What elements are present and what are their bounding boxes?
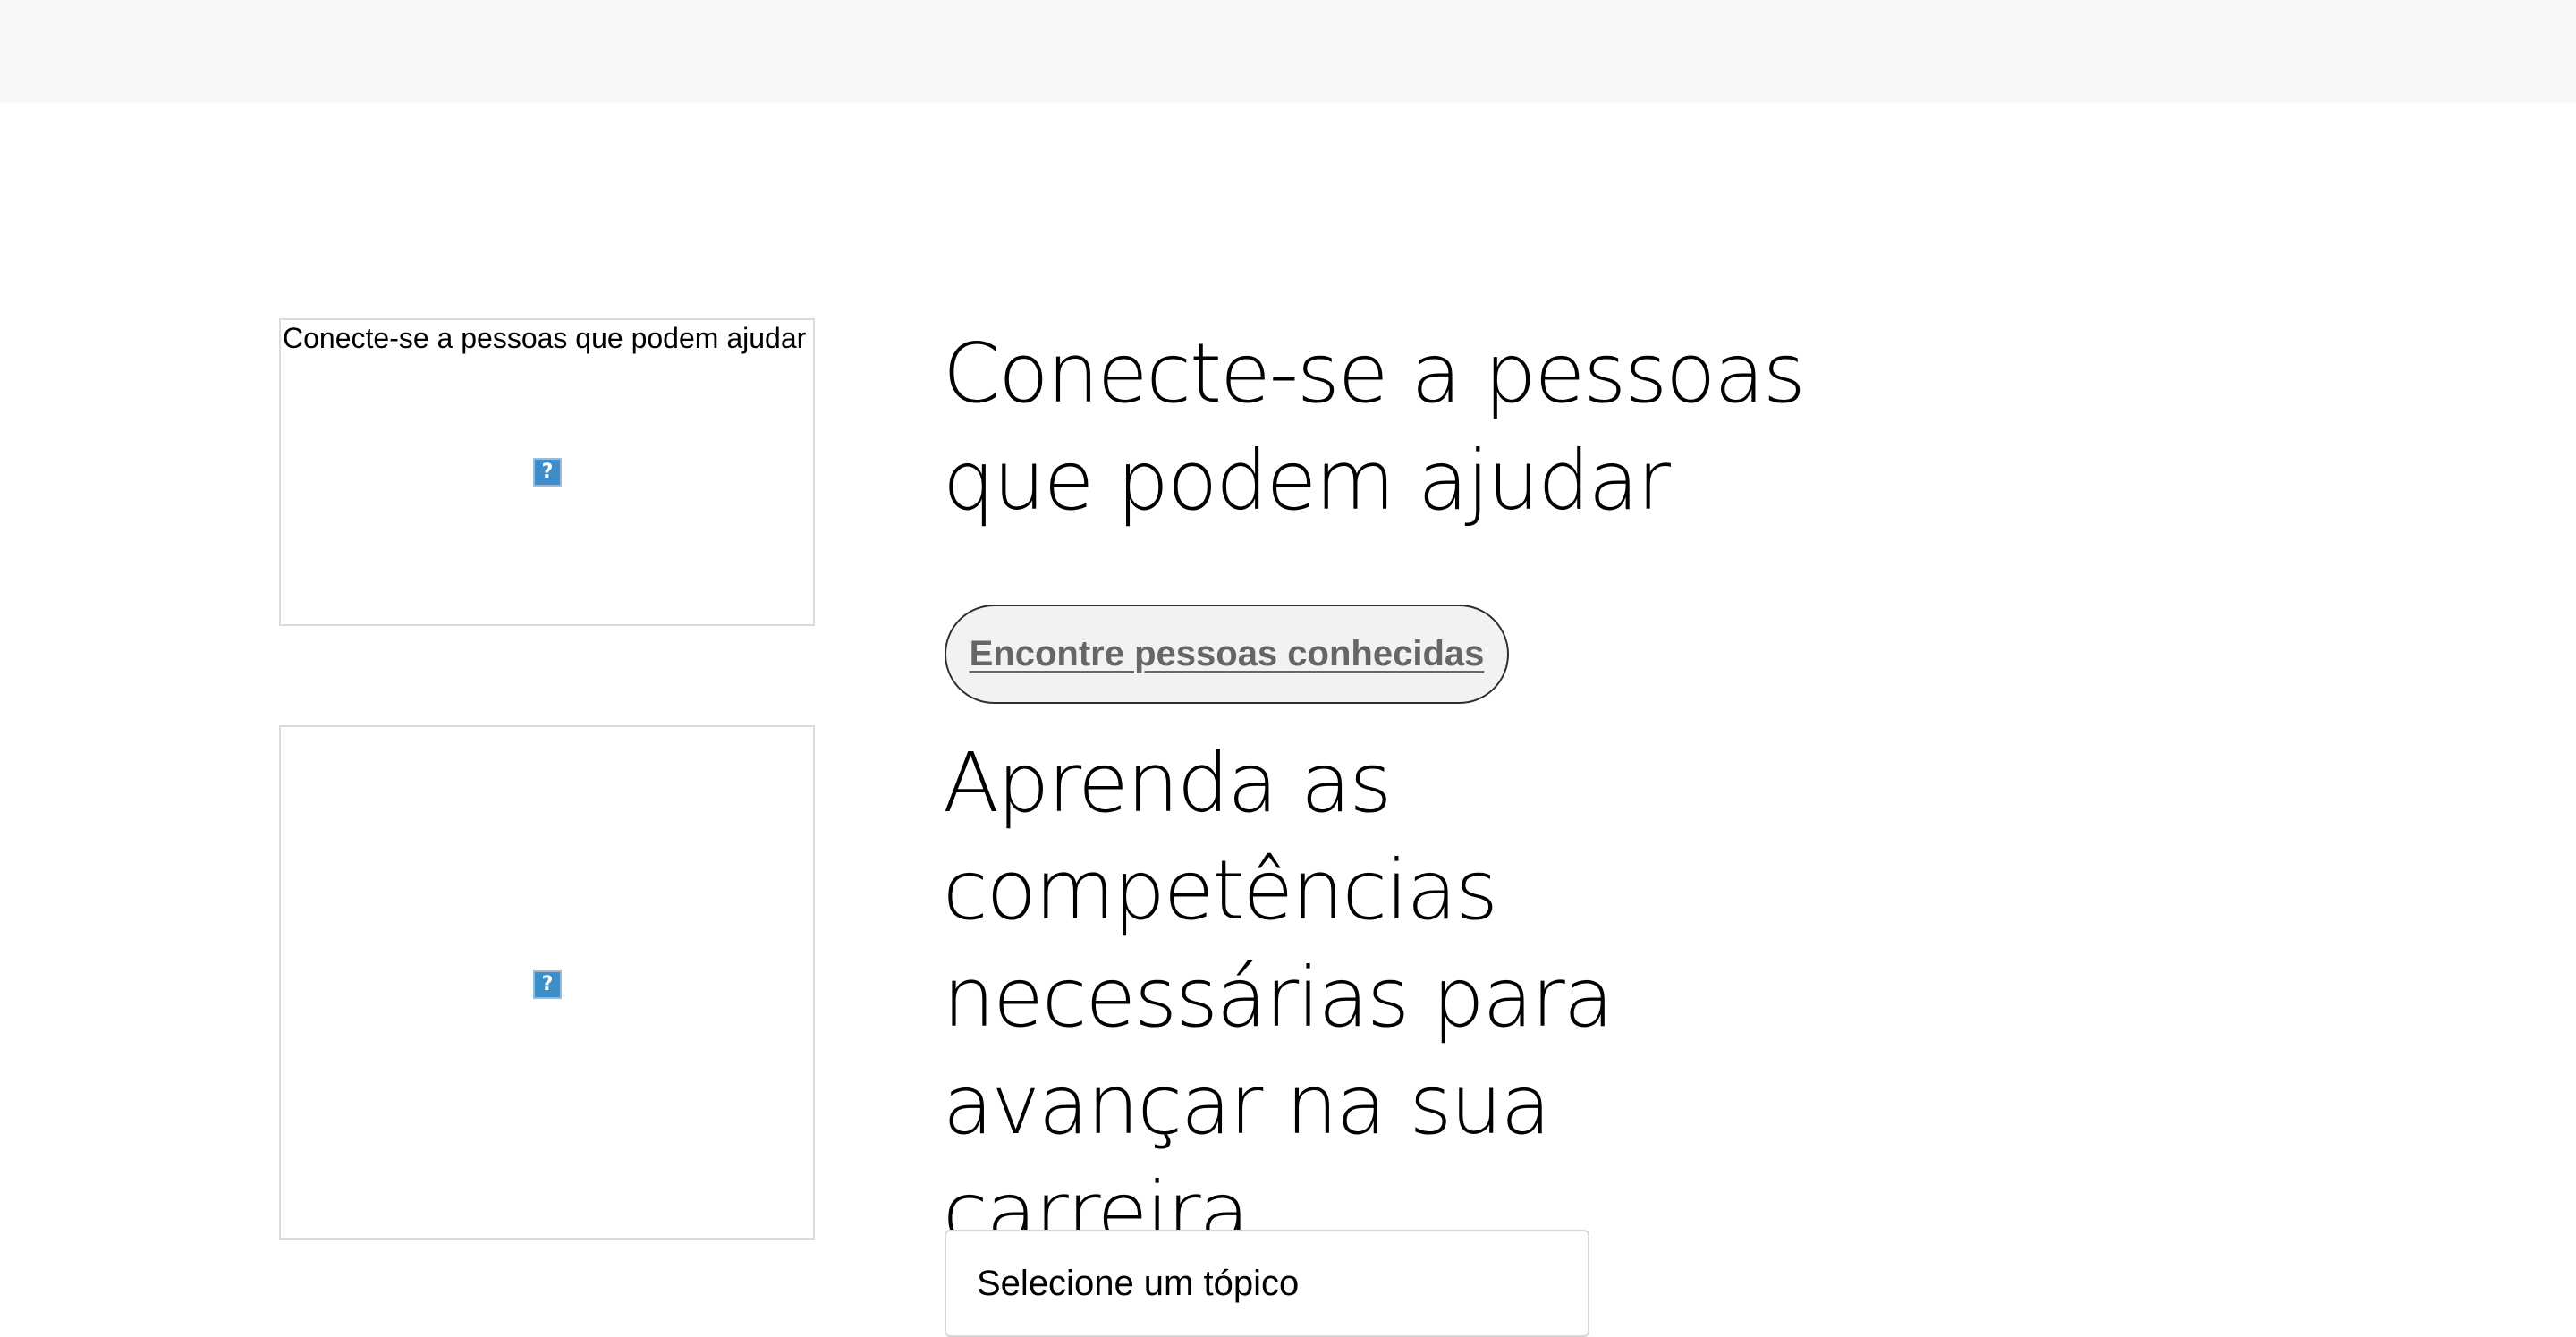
top-bar	[0, 0, 2576, 103]
topic-select[interactable]: Selecione um tópico	[945, 1230, 1589, 1337]
connect-people-image-alt: Conecte-se a pessoas que podem ajudar	[283, 322, 807, 354]
broken-image-icon: ?	[533, 458, 562, 487]
find-known-people-button[interactable]: Encontre pessoas conhecidas	[945, 605, 1509, 704]
learn-skills-heading: Aprenda as competências necessárias para…	[943, 735, 1614, 1260]
connect-people-image: Conecte-se a pessoas que podem ajudar ?	[279, 318, 815, 626]
topic-select-label: Selecione um tópico	[977, 1264, 1300, 1303]
learn-skills-image: ?	[279, 725, 815, 1240]
connect-people-heading: Conecte-se a pessoas que podem ajudar	[943, 326, 1806, 529]
broken-image-icon: ?	[533, 970, 562, 999]
find-known-people-button-label: Encontre pessoas conhecidas	[969, 634, 1485, 673]
